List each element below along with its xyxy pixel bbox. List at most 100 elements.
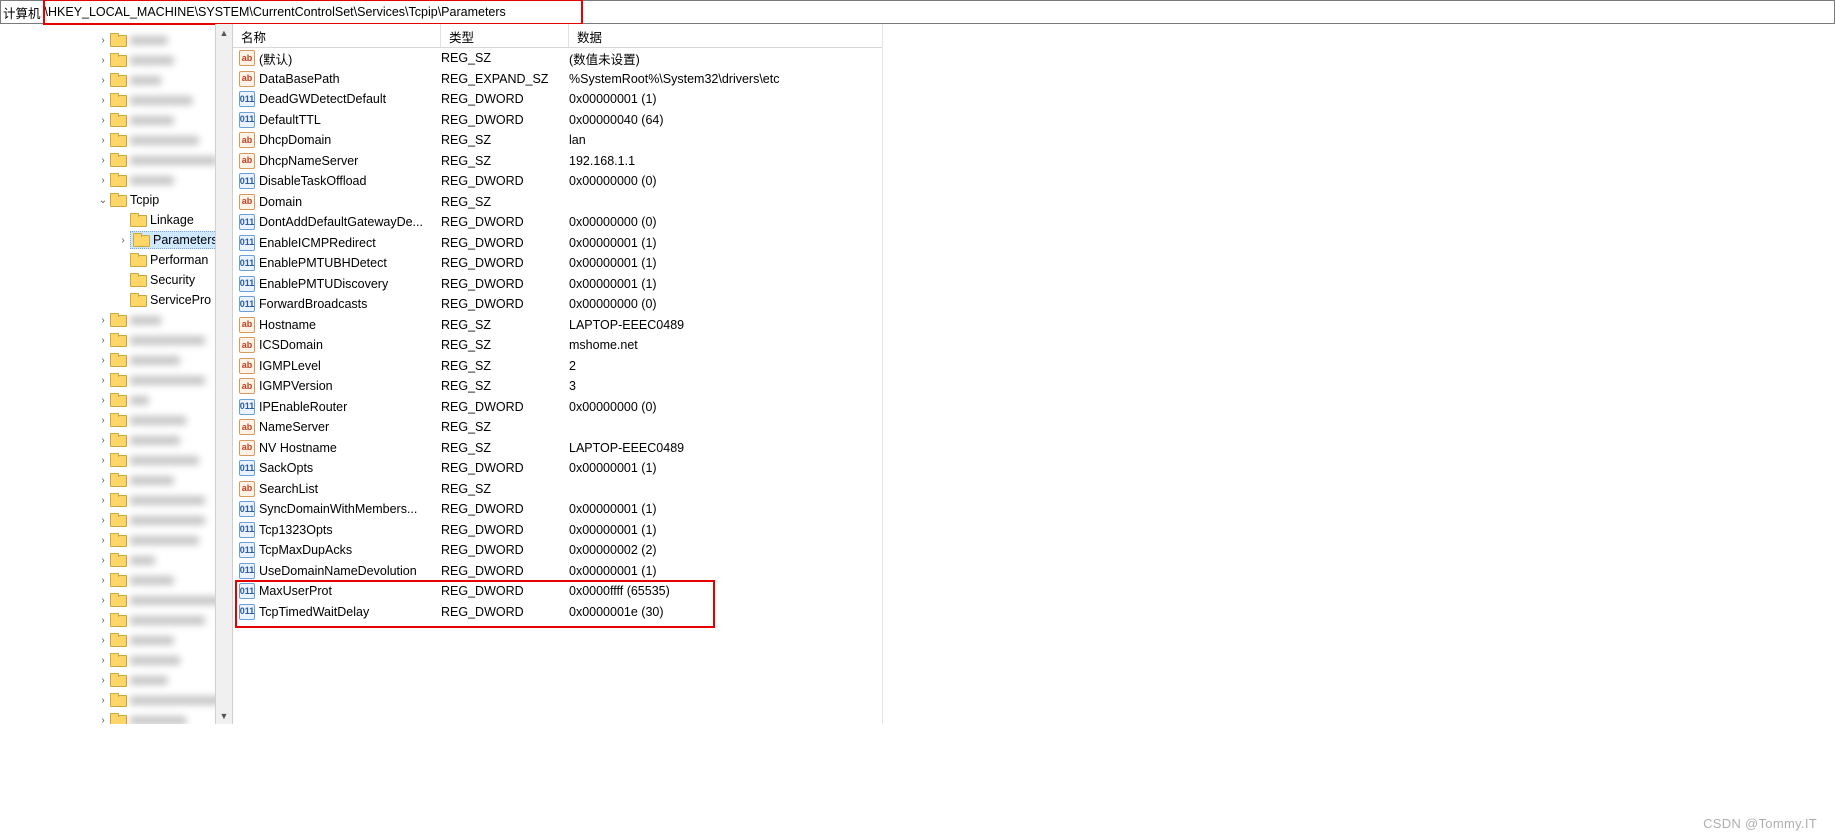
tree-item-blurred[interactable]: ›xxxx (0, 550, 232, 570)
value-row[interactable]: 011DefaultTTLREG_DWORD0x00000040 (64) (233, 110, 882, 131)
tree-item-blurred[interactable]: ›xxxxxxxxxxxxxx (0, 150, 232, 170)
chevron-right-icon[interactable]: › (96, 695, 110, 706)
chevron-right-icon[interactable]: › (96, 415, 110, 426)
chevron-right-icon[interactable]: › (96, 355, 110, 366)
value-row[interactable]: 011UseDomainNameDevolutionREG_DWORD0x000… (233, 561, 882, 582)
tree-item-tcpip[interactable]: ⌄Tcpip (0, 190, 232, 210)
tree-item-blurred[interactable]: ›xxxxxxxxxxxx (0, 610, 232, 630)
address-bar[interactable]: 计算机 \HKEY_LOCAL_MACHINE\SYSTEM\CurrentCo… (0, 0, 1835, 24)
chevron-right-icon[interactable]: › (96, 95, 110, 106)
tree-item-blurred[interactable]: ›xxxxxxxxxxxx (0, 490, 232, 510)
tree-item-blurred[interactable]: ›xxxxxxx (0, 110, 232, 130)
chevron-right-icon[interactable]: › (96, 715, 110, 725)
value-row[interactable]: 011EnablePMTUBHDetectREG_DWORD0x00000001… (233, 253, 882, 274)
tree-item-blurred[interactable]: ›xxxxxx (0, 670, 232, 690)
chevron-right-icon[interactable]: › (96, 75, 110, 86)
value-row[interactable]: ab(默认)REG_SZ(数值未设置) (233, 48, 882, 69)
tree-pane[interactable]: ›xxxxxx›xxxxxxx›xxxxx›xxxxxxxxxx›xxxxxxx… (0, 24, 233, 724)
tree-item-parameters[interactable]: ›Parameters (0, 230, 232, 250)
tree-item-blurred[interactable]: ›xxxxxxx (0, 470, 232, 490)
value-row[interactable]: abDhcpDomainREG_SZlan (233, 130, 882, 151)
value-row[interactable]: abIGMPVersionREG_SZ3 (233, 376, 882, 397)
value-row[interactable]: abNV HostnameREG_SZLAPTOP-EEEC0489 (233, 438, 882, 459)
scroll-up-button[interactable]: ▲ (216, 24, 232, 41)
value-row[interactable]: 011SackOptsREG_DWORD0x00000001 (1) (233, 458, 882, 479)
scroll-down-button[interactable]: ▼ (216, 707, 232, 724)
chevron-right-icon[interactable]: › (96, 595, 110, 606)
tree-item-servicepro[interactable]: ServicePro (0, 290, 232, 310)
chevron-right-icon[interactable]: › (96, 55, 110, 66)
tree-item-linkage[interactable]: Linkage (0, 210, 232, 230)
value-row[interactable]: 011IPEnableRouterREG_DWORD0x00000000 (0) (233, 397, 882, 418)
tree-item-blurred[interactable]: ›xxxxxxxxxxxxxxx (0, 590, 232, 610)
chevron-right-icon[interactable]: › (96, 115, 110, 126)
chevron-right-icon[interactable]: › (96, 575, 110, 586)
chevron-right-icon[interactable]: › (96, 175, 110, 186)
value-row[interactable]: abDhcpNameServerREG_SZ192.168.1.1 (233, 151, 882, 172)
chevron-right-icon[interactable]: › (96, 635, 110, 646)
list-header[interactable]: 名称 类型 数据 (233, 24, 882, 48)
value-row[interactable]: abNameServerREG_SZ (233, 417, 882, 438)
tree-item-blurred[interactable]: ›xxxxxxx (0, 170, 232, 190)
value-row[interactable]: abIGMPLevelREG_SZ2 (233, 356, 882, 377)
value-row[interactable]: 011SyncDomainWithMembers...REG_DWORD0x00… (233, 499, 882, 520)
tree-item-blurred[interactable]: ›xxxxxxxxxxx (0, 530, 232, 550)
tree-item-blurred[interactable]: ›xxxxxxxxxxxx (0, 330, 232, 350)
column-header-type[interactable]: 类型 (441, 24, 569, 47)
tree-item-blurred[interactable]: ›xxxxxxxxxx (0, 90, 232, 110)
tree-item-blurred[interactable]: ›xxxxx (0, 70, 232, 90)
chevron-right-icon[interactable]: › (96, 535, 110, 546)
value-row[interactable]: 011ForwardBroadcastsREG_DWORD0x00000000 … (233, 294, 882, 315)
tree-item-blurred[interactable]: ›xxxxxxxx (0, 650, 232, 670)
tree-item-blurred[interactable]: ›xxxxx (0, 310, 232, 330)
chevron-right-icon[interactable]: › (96, 35, 110, 46)
value-row[interactable]: 011TcpMaxDupAcksREG_DWORD0x00000002 (2) (233, 540, 882, 561)
chevron-right-icon[interactable]: › (96, 315, 110, 326)
tree-item-blurred[interactable]: ›xxxxxxxxx (0, 410, 232, 430)
value-row[interactable]: 011DontAddDefaultGatewayDe...REG_DWORD0x… (233, 212, 882, 233)
value-row[interactable]: 011DeadGWDetectDefaultREG_DWORD0x0000000… (233, 89, 882, 110)
value-row[interactable]: abICSDomainREG_SZmshome.net (233, 335, 882, 356)
list-pane[interactable]: 名称 类型 数据 ab(默认)REG_SZ(数值未设置)abDataBasePa… (233, 24, 1835, 724)
chevron-right-icon[interactable]: › (96, 135, 110, 146)
chevron-right-icon[interactable]: › (96, 495, 110, 506)
tree-item-blurred[interactable]: ›xxxxxxx (0, 570, 232, 590)
value-row[interactable]: 011DisableTaskOffloadREG_DWORD0x00000000… (233, 171, 882, 192)
tree-item-blurred[interactable]: ›xxxxxxxx (0, 430, 232, 450)
chevron-right-icon[interactable]: › (96, 475, 110, 486)
chevron-right-icon[interactable]: › (96, 555, 110, 566)
column-header-name[interactable]: 名称 (233, 24, 441, 47)
chevron-right-icon[interactable]: › (96, 455, 110, 466)
tree-item-blurred[interactable]: ›xxxxxxxxxxxx (0, 370, 232, 390)
column-header-data[interactable]: 数据 (569, 24, 882, 47)
value-row[interactable]: abDomainREG_SZ (233, 192, 882, 213)
tree-item-blurred[interactable]: ›xxx (0, 390, 232, 410)
tree-scrollbar[interactable]: ▲ ▼ (215, 24, 232, 724)
chevron-right-icon[interactable]: › (116, 235, 130, 246)
chevron-right-icon[interactable]: › (96, 375, 110, 386)
tree-item-performan[interactable]: Performan (0, 250, 232, 270)
address-path-wrap[interactable]: \HKEY_LOCAL_MACHINE\SYSTEM\CurrentContro… (43, 1, 1832, 23)
value-row[interactable]: abSearchListREG_SZ (233, 479, 882, 500)
tree-item-blurred[interactable]: ›xxxxxx (0, 30, 232, 50)
value-row[interactable]: 011EnableICMPRedirectREG_DWORD0x00000001… (233, 233, 882, 254)
chevron-right-icon[interactable]: › (96, 675, 110, 686)
chevron-right-icon[interactable]: › (96, 615, 110, 626)
value-row[interactable]: 011MaxUserProtREG_DWORD0x0000ffff (65535… (233, 581, 882, 602)
tree-item-blurred[interactable]: ›xxxxxxx (0, 50, 232, 70)
tree-item-blurred[interactable]: ›xxxxxxxxxxx (0, 450, 232, 470)
chevron-right-icon[interactable]: › (96, 435, 110, 446)
value-row[interactable]: 011Tcp1323OptsREG_DWORD0x00000001 (1) (233, 520, 882, 541)
chevron-right-icon[interactable]: › (96, 335, 110, 346)
chevron-right-icon[interactable]: › (96, 395, 110, 406)
chevron-down-icon[interactable]: ⌄ (96, 195, 110, 206)
value-row[interactable]: abHostnameREG_SZLAPTOP-EEEC0489 (233, 315, 882, 336)
tree-item-blurred[interactable]: ›xxxxxxxxxxxx (0, 510, 232, 530)
tree-item-blurred[interactable]: ›xxxxxxxxxxxxxxx (0, 690, 232, 710)
tree-item-blurred[interactable]: ›xxxxxxx (0, 630, 232, 650)
chevron-right-icon[interactable]: › (96, 655, 110, 666)
chevron-right-icon[interactable]: › (96, 515, 110, 526)
value-row[interactable]: 011EnablePMTUDiscoveryREG_DWORD0x0000000… (233, 274, 882, 295)
value-row[interactable]: abDataBasePathREG_EXPAND_SZ%SystemRoot%\… (233, 69, 882, 90)
value-row[interactable]: 011TcpTimedWaitDelayREG_DWORD0x0000001e … (233, 602, 882, 623)
